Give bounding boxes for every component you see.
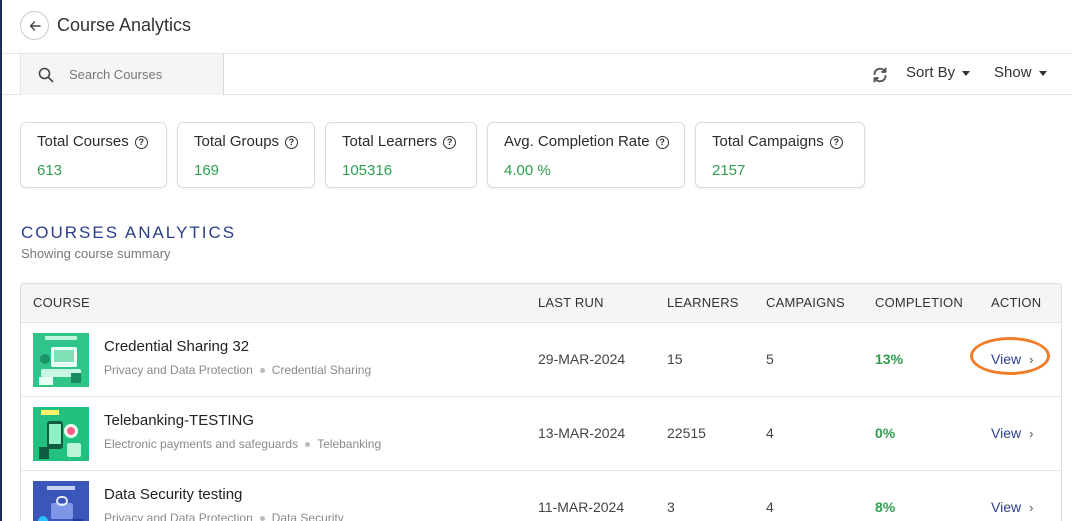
stat-card-total-campaigns: Total Campaigns? 2157 [695,122,865,188]
course-name[interactable]: Credential Sharing 32 [104,338,249,355]
table-row: Data Security testing Privacy and Data P… [21,471,1061,521]
back-button[interactable] [20,11,49,40]
show-dropdown[interactable]: Show [994,64,1047,81]
course-thumbnail [33,333,89,387]
course-topic: Credential Sharing [271,363,372,377]
separator-dot [259,367,265,373]
stat-label: Total Learners? [342,133,457,150]
caret-down-icon [1038,71,1047,76]
completion-cell: 0% [875,425,896,441]
stat-value: 613 [37,162,63,179]
stat-value: 4.00 % [504,162,551,179]
column-header-learners[interactable]: LEARNERS [667,295,739,310]
page-title: Course Analytics [57,15,192,35]
caret-down-icon [962,71,971,76]
stat-label: Total Courses? [37,133,148,150]
course-name[interactable]: Data Security testing [104,486,242,503]
course-topic: Telebanking [317,437,382,451]
help-icon[interactable]: ? [829,136,843,149]
learners-cell: 22515 [667,425,706,441]
stat-card-total-learners: Total Learners? 105316 [325,122,477,188]
help-icon[interactable]: ? [134,136,148,149]
stat-value: 2157 [712,162,746,179]
last-run-cell: 13-MAR-2024 [538,425,626,441]
course-thumbnail [33,481,89,521]
course-thumbnail [33,407,89,461]
column-header-completion[interactable]: COMPLETION [875,295,963,310]
search-icon [37,66,55,84]
stat-label: Total Groups? [194,133,299,150]
view-label: View [991,425,1022,441]
stat-value: 169 [194,162,220,179]
stat-label: Avg. Completion Rate? [504,133,669,150]
campaigns-cell: 4 [766,499,774,515]
search-input[interactable] [69,67,209,82]
view-label: View [991,351,1022,367]
course-tags: Privacy and Data Protection Data Securit… [104,511,344,521]
course-name[interactable]: Telebanking-TESTING [104,412,254,429]
course-category: Privacy and Data Protection [104,363,253,377]
course-tags: Electronic payments and safeguards Teleb… [104,437,381,451]
table-row: Credential Sharing 32 Privacy and Data P… [21,323,1061,397]
course-category: Privacy and Data Protection [104,511,253,521]
column-header-course[interactable]: COURSE [33,295,90,310]
page-header: Course Analytics [2,0,1072,54]
courses-table: COURSE LAST RUN LEARNERS CAMPAIGNS COMPL… [20,283,1062,521]
stat-card-total-courses: Total Courses? 613 [20,122,167,188]
stat-label: Total Campaigns? [712,133,843,150]
separator-dot [305,441,311,447]
help-icon[interactable]: ? [443,136,457,149]
view-button[interactable]: View › [991,499,1033,515]
section-subtitle: Showing course summary [21,246,171,261]
stat-label-text: Total Campaigns [712,133,824,150]
campaigns-cell: 5 [766,351,774,367]
stat-label-text: Total Learners [342,133,438,150]
learners-cell: 15 [667,351,683,367]
column-header-campaigns[interactable]: CAMPAIGNS [766,295,845,310]
sort-by-dropdown[interactable]: Sort By [906,64,971,81]
stat-label-text: Avg. Completion Rate [504,133,650,150]
help-icon[interactable]: ? [655,136,669,149]
search-box[interactable] [20,54,224,95]
view-label: View [991,499,1022,515]
completion-cell: 8% [875,499,896,515]
stat-value: 105316 [342,162,393,179]
column-header-action: ACTION [991,295,1042,310]
table-row: Telebanking-TESTING Electronic payments … [21,397,1061,471]
campaigns-cell: 4 [766,425,774,441]
help-icon[interactable]: ? [285,136,299,149]
app-root: Course Analytics Sort By [0,0,1072,521]
course-tags: Privacy and Data Protection Credential S… [104,363,371,377]
learners-cell: 3 [667,499,675,515]
section-title: COURSES ANALYTICS [21,223,237,242]
course-category: Electronic payments and safeguards [104,437,299,451]
completion-cell: 13% [875,351,904,367]
stat-card-avg-completion: Avg. Completion Rate? 4.00 % [487,122,685,188]
last-run-cell: 29-MAR-2024 [538,351,626,367]
sort-by-label: Sort By [906,64,956,81]
chevron-right-icon: › [1029,425,1034,441]
stat-label-text: Total Groups [194,133,280,150]
last-run-cell: 11-MAR-2024 [538,499,625,515]
table-header: COURSE LAST RUN LEARNERS CAMPAIGNS COMPL… [21,284,1061,323]
stat-label-text: Total Courses [37,133,129,150]
view-button[interactable]: View › [991,351,1033,367]
course-topic: Data Security [271,511,344,521]
chevron-right-icon: › [1029,499,1034,515]
arrow-left-icon [29,20,41,31]
chevron-right-icon: › [1029,351,1034,367]
column-header-last-run[interactable]: LAST RUN [538,295,604,310]
toolbar: Sort By Show [2,54,1072,95]
show-label: Show [994,64,1032,81]
stat-card-total-groups: Total Groups? 169 [177,122,315,188]
separator-dot [259,515,265,521]
view-button[interactable]: View › [991,425,1033,441]
refresh-icon[interactable] [870,65,890,85]
